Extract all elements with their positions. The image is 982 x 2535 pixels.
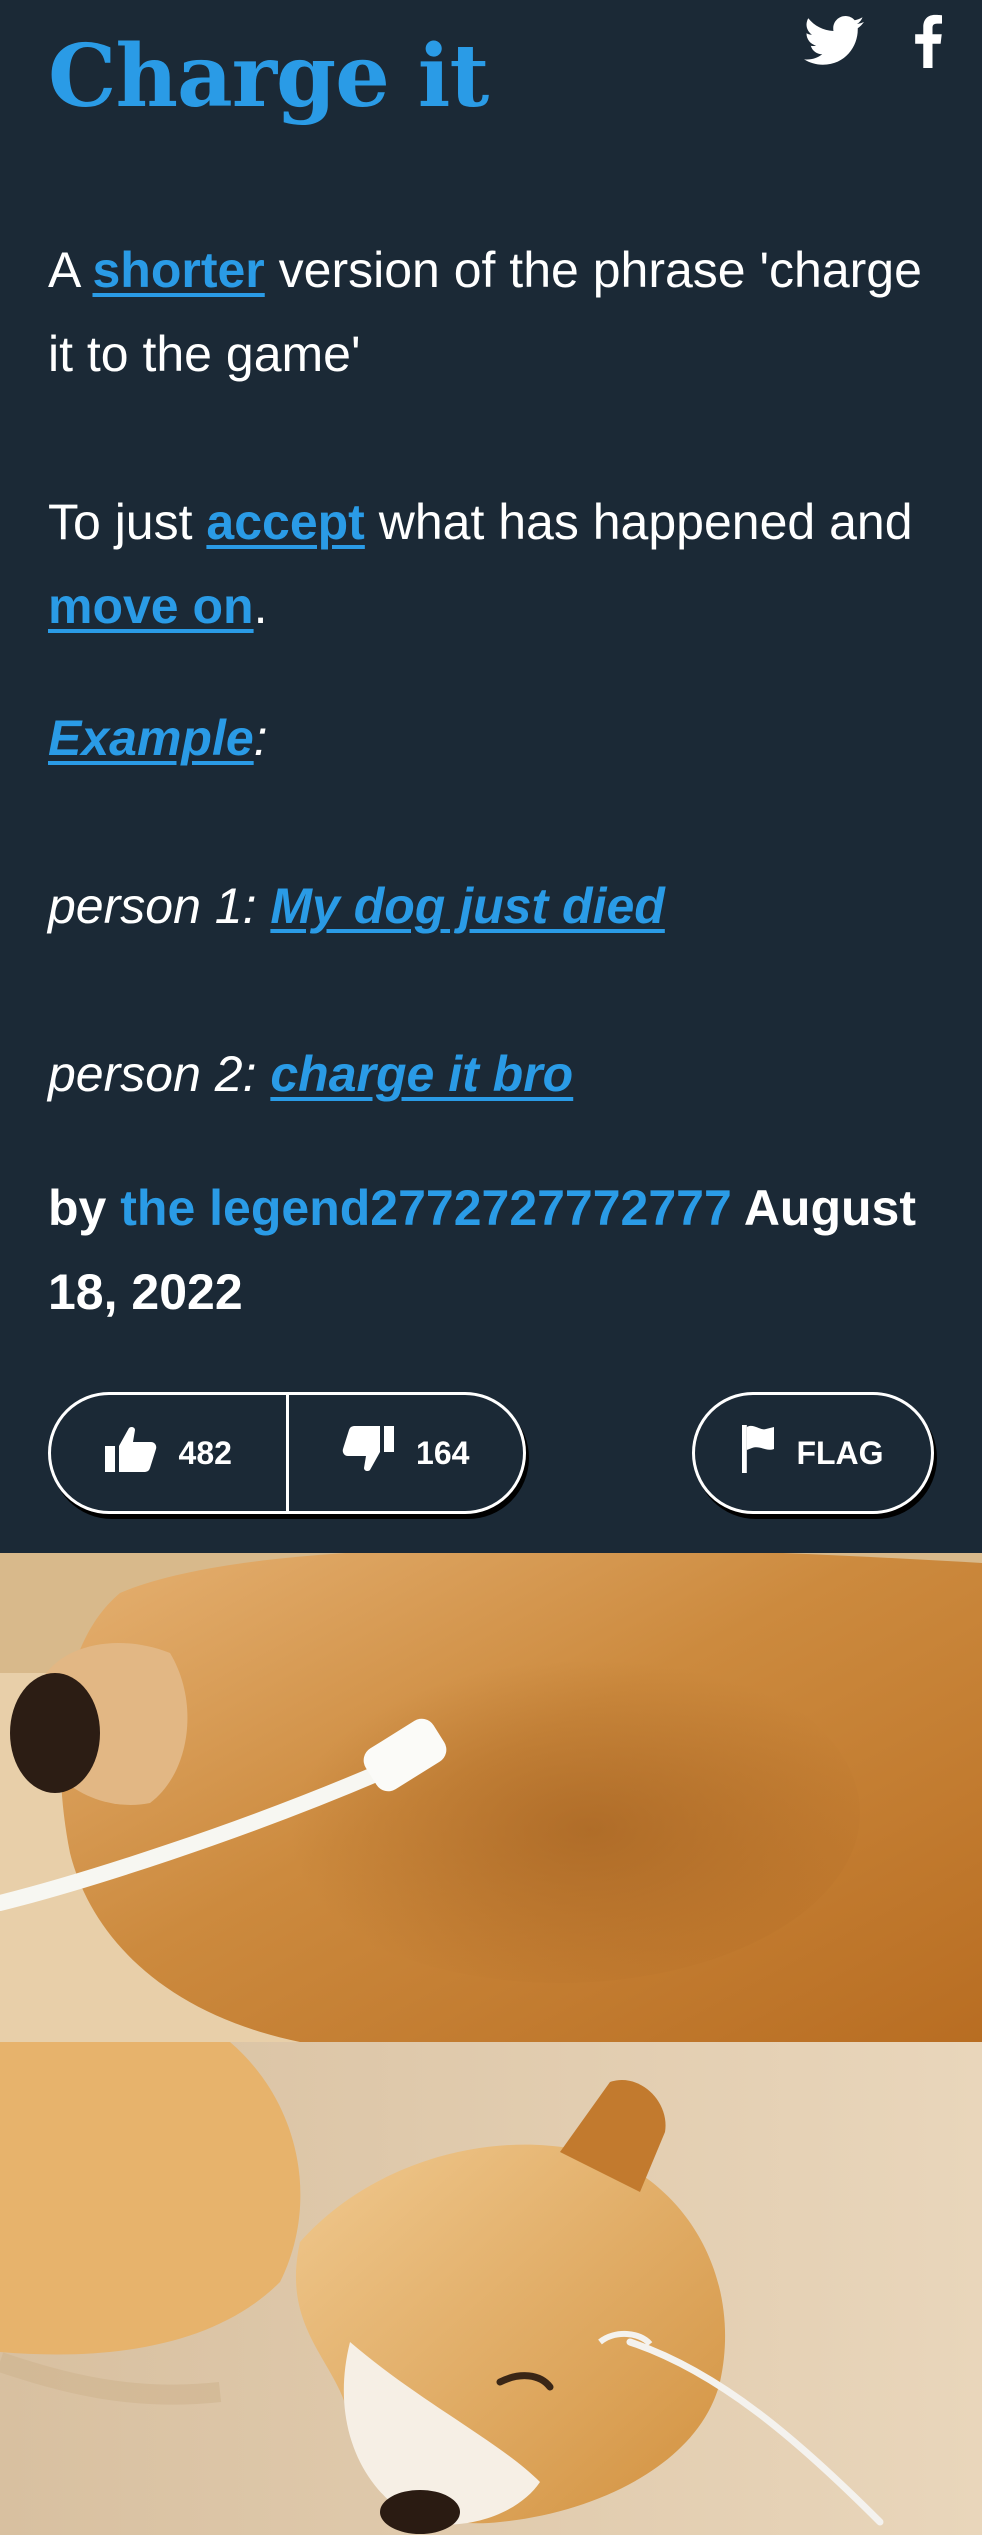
example-line-1: person 1: My dog just died [48,878,665,934]
twitter-icon[interactable] [804,16,864,66]
byline: by the legend2772727772777 August 18, 20… [48,1180,917,1320]
author-link[interactable]: the legend2772727772777 [120,1180,732,1236]
thumbs-down-icon [342,1426,395,1480]
dog-charging-photo-top [0,1553,982,2042]
link-shorter[interactable]: shorter [92,242,264,298]
flag-icon [742,1425,775,1481]
flag-button[interactable]: FLAG [692,1392,934,1514]
upvote-button[interactable]: 482 [51,1395,286,1511]
facebook-icon[interactable] [914,14,942,68]
link-example[interactable]: Example [48,710,254,766]
definition-meaning: A shorter version of the phrase 'charge … [48,228,948,648]
link-charge-it-bro[interactable]: charge it bro [270,1046,573,1102]
link-accept[interactable]: accept [206,494,364,550]
example-line-2: person 2: charge it bro [48,1046,574,1102]
link-my-dog-just-died[interactable]: My dog just died [270,878,664,934]
definition-example: Example: person 1: My dog just died pers… [48,696,948,1116]
link-move-on[interactable]: move on [48,578,254,634]
thumbs-up-icon [104,1426,157,1480]
flag-label: FLAG [796,1434,884,1471]
upvote-count: 482 [178,1434,232,1471]
meaning-paragraph-2: To just accept what has happened and mov… [48,494,913,634]
dog-charging-photo-bottom [0,2042,982,2535]
example-label: Example: [48,710,268,766]
definition-card: Charge it A shorter version of the phras… [0,0,982,1553]
vote-buttons: 482 164 [48,1392,526,1514]
downvote-button[interactable]: 164 [285,1395,524,1511]
meaning-paragraph-1: A shorter version of the phrase 'charge … [48,242,922,382]
share-bar [804,14,942,68]
downvote-count: 164 [416,1434,470,1471]
word-title[interactable]: Charge it [48,22,489,132]
